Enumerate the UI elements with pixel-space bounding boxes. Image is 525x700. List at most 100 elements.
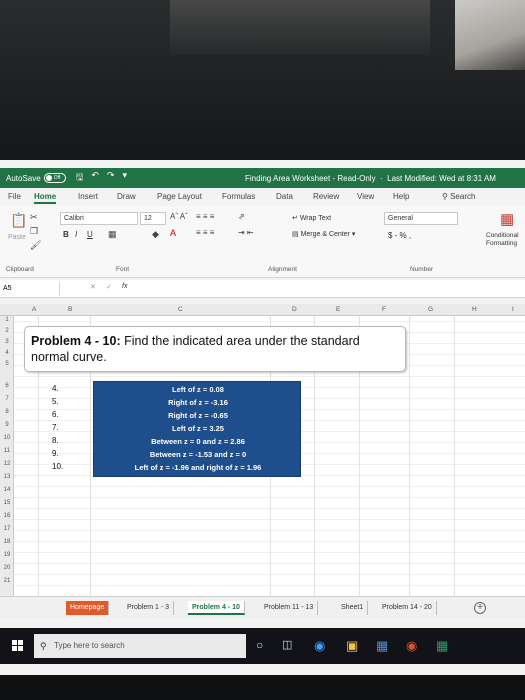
number-format-select[interactable]: General	[384, 212, 458, 225]
column-header[interactable]: H	[472, 306, 477, 313]
cut-icon[interactable]: ✂	[30, 212, 38, 223]
enter-icon[interactable]: ✓	[106, 283, 112, 291]
font-color-icon[interactable]: A	[170, 228, 176, 238]
row-header[interactable]: 1	[0, 317, 14, 323]
paste-icon[interactable]: 📋	[10, 212, 27, 229]
taskbar-search-input[interactable]: ⚲ Type here to search	[34, 634, 246, 658]
name-box[interactable]: A5	[0, 282, 60, 296]
bold-button[interactable]: B	[63, 230, 69, 239]
italic-button[interactable]: I	[75, 230, 77, 239]
align-left-icon[interactable]: ≡ ≡ ≡	[196, 228, 214, 237]
sheet-tab-problem-4-10[interactable]: Problem 4 - 10	[188, 601, 245, 615]
indent-icon[interactable]: ⇥ ⇤	[238, 228, 254, 237]
ribbon-search[interactable]: ⚲ Search	[442, 192, 475, 201]
question-number[interactable]: 10.	[52, 462, 63, 471]
column-header[interactable]: C	[178, 306, 183, 313]
function-icon[interactable]: fx	[122, 283, 127, 290]
row-header[interactable]: 16	[0, 513, 14, 519]
borders-icon[interactable]: ▦	[108, 229, 117, 240]
row-header[interactable]: 4	[0, 350, 14, 356]
windows-start-icon[interactable]	[12, 640, 24, 652]
customize-icon[interactable]: ▾	[122, 170, 127, 186]
column-header[interactable]: G	[428, 306, 433, 313]
row-header[interactable]: 10	[0, 435, 14, 441]
conditional-formatting-label-1[interactable]: Conditional	[486, 232, 519, 239]
tab-data[interactable]: Data	[276, 192, 293, 201]
sheet-tab-problem-1-3[interactable]: Problem 1 - 3	[123, 601, 175, 615]
orientation-icon[interactable]: ⇗	[238, 212, 245, 221]
row-header[interactable]: 18	[0, 539, 14, 545]
wrap-text-button[interactable]: ↵ Wrap Text	[292, 214, 331, 222]
cortana-icon[interactable]: ○	[256, 638, 263, 652]
question-number[interactable]: 6.	[52, 410, 59, 419]
row-header[interactable]: 14	[0, 487, 14, 493]
chrome-icon[interactable]: ◉	[406, 638, 417, 654]
column-header[interactable]: B	[68, 306, 72, 313]
font-size-select[interactable]: 12	[140, 212, 166, 225]
tab-help[interactable]: Help	[393, 192, 409, 201]
cancel-icon[interactable]: ✕	[90, 283, 96, 291]
column-header[interactable]: A	[32, 306, 36, 313]
column-header[interactable]: D	[292, 306, 297, 313]
row-header[interactable]: 9	[0, 422, 14, 428]
file-explorer-icon[interactable]: ▣	[346, 638, 358, 654]
edge-icon[interactable]: ◉	[314, 638, 325, 654]
row-header[interactable]: 17	[0, 526, 14, 532]
tab-home[interactable]: Home	[34, 192, 57, 204]
question-number[interactable]: 4.	[52, 384, 59, 393]
row-header[interactable]: 11	[0, 448, 14, 454]
excel-taskbar-icon[interactable]: ▦	[436, 638, 448, 654]
row-header[interactable]: 2	[0, 328, 14, 334]
undo-icon[interactable]: ↶	[91, 170, 99, 186]
format-painter-icon[interactable]: 🖌	[30, 240, 41, 251]
sheet-tab-sheet1[interactable]: Sheet1	[337, 601, 369, 615]
sheet-tab-problem-11-13[interactable]: Problem 11 - 13	[260, 601, 319, 615]
question-box[interactable]: Left of z = 0.08 Right of z = -3.16 Righ…	[93, 381, 301, 477]
question-number[interactable]: 9.	[52, 449, 59, 458]
fill-color-icon[interactable]: ◆	[152, 229, 159, 240]
save-icon[interactable]: 🖫	[76, 170, 84, 186]
row-header[interactable]: 12	[0, 461, 14, 467]
conditional-formatting-label-2[interactable]: Formatting	[486, 240, 517, 247]
tab-insert[interactable]: Insert	[78, 192, 98, 201]
tab-page-layout[interactable]: Page Layout	[157, 192, 202, 201]
tab-view[interactable]: View	[357, 192, 374, 201]
task-view-icon[interactable]: ◫	[282, 638, 292, 651]
redo-icon[interactable]: ↷	[107, 170, 115, 186]
column-header[interactable]: F	[382, 306, 386, 313]
sheet-tab-homepage[interactable]: Homepage	[66, 601, 110, 615]
grow-font-icon[interactable]: Aˆ Aˇ	[170, 212, 188, 221]
sheet-tab-problem-14-20[interactable]: Problem 14 - 20	[378, 601, 437, 615]
row-header[interactable]: 5	[0, 361, 14, 367]
column-header[interactable]: I	[512, 306, 514, 313]
row-header[interactable]: 15	[0, 500, 14, 506]
column-header[interactable]: E	[336, 306, 340, 313]
row-header[interactable]: 19	[0, 552, 14, 558]
row-header[interactable]: 7	[0, 396, 14, 402]
number-format-buttons[interactable]: $ - % ,	[388, 231, 411, 240]
merge-center-button[interactable]: ▤ Merge & Center ▾	[292, 230, 355, 238]
underline-button[interactable]: U	[87, 230, 93, 239]
question-text: Right of z = -0.65	[168, 411, 228, 420]
autosave-control[interactable]: AutoSave Off	[6, 173, 66, 183]
row-header[interactable]: 20	[0, 565, 14, 571]
row-header[interactable]: 13	[0, 474, 14, 480]
tab-file[interactable]: File	[8, 192, 21, 201]
row-header[interactable]: 8	[0, 409, 14, 415]
tab-review[interactable]: Review	[313, 192, 339, 201]
autosave-toggle[interactable]: Off	[43, 173, 66, 183]
question-number[interactable]: 5.	[52, 397, 59, 406]
font-name-select[interactable]: Calibri	[60, 212, 138, 225]
row-header[interactable]: 6	[0, 383, 14, 389]
tab-draw[interactable]: Draw	[117, 192, 136, 201]
store-icon[interactable]: ▦	[376, 638, 388, 654]
row-header[interactable]: 21	[0, 578, 14, 584]
conditional-formatting-icon[interactable]: ▦	[500, 210, 514, 228]
question-number[interactable]: 7.	[52, 423, 59, 432]
question-number[interactable]: 8.	[52, 436, 59, 445]
tab-formulas[interactable]: Formulas	[222, 192, 255, 201]
add-sheet-icon[interactable]: +	[474, 602, 486, 614]
copy-icon[interactable]: ❐	[30, 226, 38, 237]
align-top-icon[interactable]: ≡ ≡ ≡	[196, 212, 214, 221]
row-header[interactable]: 3	[0, 339, 14, 345]
